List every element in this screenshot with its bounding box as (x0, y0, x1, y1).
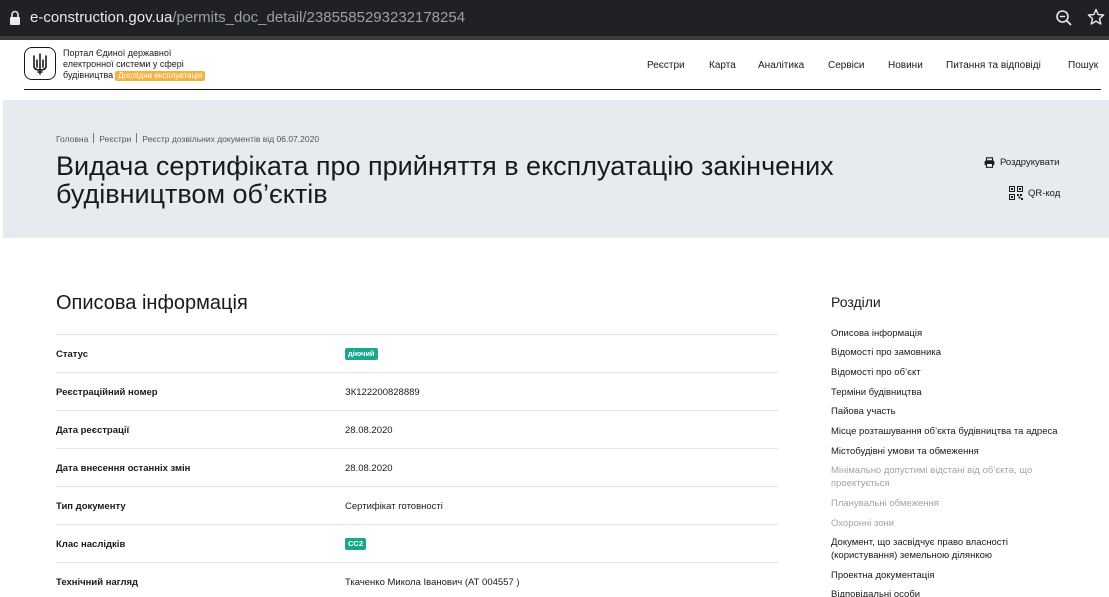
url-host: e-construction.gov.ua (30, 9, 173, 26)
page-title: Видача сертифіката про прийняття в експл… (56, 152, 986, 208)
row-label: Дата реєстрації (56, 425, 130, 436)
row-value: 28.08.2020 (345, 463, 393, 474)
sidebar-item-label: Планувальні обмеження (831, 498, 939, 509)
row-value: ЗК122200828889 (345, 387, 420, 398)
sidebar-item[interactable]: Відомості про замовника (831, 346, 1081, 359)
table-row: Дата внесення останніх змін 28.08.2020 (56, 448, 778, 486)
table-row: Клас наслідків СС2 (56, 524, 778, 562)
brand-text[interactable]: Портал Єдиної державної електронної сист… (63, 48, 233, 81)
sidebar-item-disabled: Планувальні обмеження (831, 497, 1081, 510)
row-label: Тип документу (56, 501, 126, 512)
qr-label: QR-код (1028, 187, 1061, 199)
brand-line-3: будівництва (63, 70, 114, 80)
print-label: Роздрукувати (1000, 157, 1060, 168)
row-label: Клас наслідків (56, 539, 126, 550)
sidebar-item-label: Охоронні зони (831, 518, 895, 529)
page-title-line-1: Видача сертифіката про прийняття в експл… (56, 151, 834, 181)
nav-services[interactable]: Сервіси (828, 60, 864, 71)
sidebar-item-label: Документ, що засвідчує право власності (831, 537, 1008, 548)
nav-map[interactable]: Карта (709, 60, 736, 71)
browser-address-bar[interactable]: e-construction.gov.ua/permits_doc_detail… (0, 0, 1109, 36)
sidebar-item[interactable]: Пайова участь (831, 405, 1081, 418)
sidebar-item-label: Відомості про замовника (831, 347, 941, 358)
section-title: Описова інформація (56, 292, 248, 314)
nav-news[interactable]: Новини (888, 60, 923, 71)
beta-badge: Дослідна експлуатація (115, 71, 206, 81)
sidebar-title: Розділи (831, 294, 881, 310)
sidebar-item-label: Відповідальні особи (831, 589, 921, 597)
url-text[interactable]: e-construction.gov.ua/permits_doc_detail… (30, 9, 465, 26)
brand-line-2: електронної системи у сфері (63, 59, 184, 69)
table-row: Дата реєстрації 28.08.2020 (56, 410, 778, 448)
trident-icon (33, 52, 47, 75)
row-value: Ткаченко Микола Іванович (АТ 004557 ) (345, 577, 520, 588)
sidebar-item-disabled: Мінімально допустимі відстані від об’єкт… (831, 464, 1081, 490)
sidebar-item[interactable]: Терміни будівництва (831, 386, 1081, 399)
table-row: Тип документу Сертифікат готовності (56, 486, 778, 524)
zoom-icon[interactable] (1055, 9, 1073, 27)
qr-code-button[interactable]: QR-код (1009, 186, 1060, 200)
row-value: 28.08.2020 (345, 425, 393, 436)
nav-faq[interactable]: Питання та відповіді (946, 60, 1041, 71)
sidebar-item-label: Терміни будівництва (831, 387, 922, 398)
breadcrumb: Головна Реєстри Реєстр дозвільних документ… (56, 133, 319, 144)
print-button[interactable]: Роздрукувати (984, 157, 1059, 168)
sidebar-item-label: Мінімально допустимі відстані від об’єкт… (831, 465, 1033, 476)
lock-icon[interactable] (9, 10, 21, 26)
breadcrumb-separator (136, 133, 138, 143)
breadcrumb-home[interactable]: Головна (56, 134, 88, 144)
logo[interactable] (24, 47, 56, 80)
sidebar-item[interactable]: Описова інформація (831, 327, 1081, 340)
nav-registries[interactable]: Реєстри (647, 60, 685, 71)
class-badge: СС2 (345, 538, 367, 550)
sidebar-item-label: Містобудівні умови та обмеження (831, 446, 979, 457)
sidebar-item-label: Проектна документація (831, 570, 935, 581)
table-row: Статус діючий (56, 334, 778, 372)
row-label: Статус (56, 349, 89, 360)
sidebar-item[interactable]: Відомості про об’єкт (831, 366, 1081, 379)
row-label: Технічний нагляд (56, 577, 139, 588)
sidebar-item[interactable]: Документ, що засвідчує право власності (к… (831, 536, 1081, 562)
sidebar-item-disabled: Охоронні зони (831, 517, 1081, 530)
sidebar-item[interactable]: Відповідальні особи (831, 588, 1081, 597)
star-icon[interactable] (1087, 8, 1105, 26)
sidebar-item-label-cont: проектується (831, 478, 890, 489)
table-row: Реєстраційний номер ЗК122200828889 (56, 372, 778, 410)
row-label: Дата внесення останніх змін (56, 463, 191, 474)
page-title-line-2: будівництвом об’єктів (56, 179, 328, 209)
breadcrumb-current[interactable]: Реєстр дозвільних документів від 06.07.2… (142, 134, 319, 144)
status-badge: діючий (345, 348, 378, 360)
sidebar-item-label: Місце розташування об’єкта будівництва т… (831, 426, 1058, 437)
url-path: /permits_doc_detail/2385585293232178254 (172, 9, 466, 26)
printer-icon (984, 157, 995, 168)
breadcrumb-separator (93, 133, 95, 143)
header-divider (24, 89, 1101, 90)
sidebar-item[interactable]: Містобудівні умови та обмеження (831, 445, 1081, 458)
table-row: Технічний нагляд Ткаченко Микола Іванови… (56, 562, 778, 597)
info-table: Статус діючий Реєстраційний номер ЗК1222… (56, 334, 778, 597)
sidebar-item[interactable]: Місце розташування об’єкта будівництва т… (831, 425, 1081, 438)
row-value: Сертифікат готовності (345, 501, 443, 512)
nav-search[interactable]: Пошук (1068, 60, 1098, 71)
sidebar-item[interactable]: Проектна документація (831, 569, 1081, 582)
sidebar-item-label: Пайова участь (831, 406, 896, 417)
nav-analytics[interactable]: Аналітика (758, 60, 804, 71)
row-label: Реєстраційний номер (56, 387, 158, 398)
sidebar-item-label-cont: (користування) земельною ділянкою (831, 550, 992, 561)
site-header: Портал Єдиної державної електронної сист… (0, 40, 1109, 100)
page-hero: Головна Реєстри Реєстр дозвільних документ… (3, 100, 1109, 238)
breadcrumb-registries[interactable]: Реєстри (99, 134, 131, 144)
qr-code-icon (1009, 186, 1023, 200)
brand-line-1: Портал Єдиної державної (63, 48, 172, 58)
sidebar-item-label: Описова інформація (831, 328, 923, 339)
sidebar-item-label: Відомості про об’єкт (831, 367, 921, 378)
